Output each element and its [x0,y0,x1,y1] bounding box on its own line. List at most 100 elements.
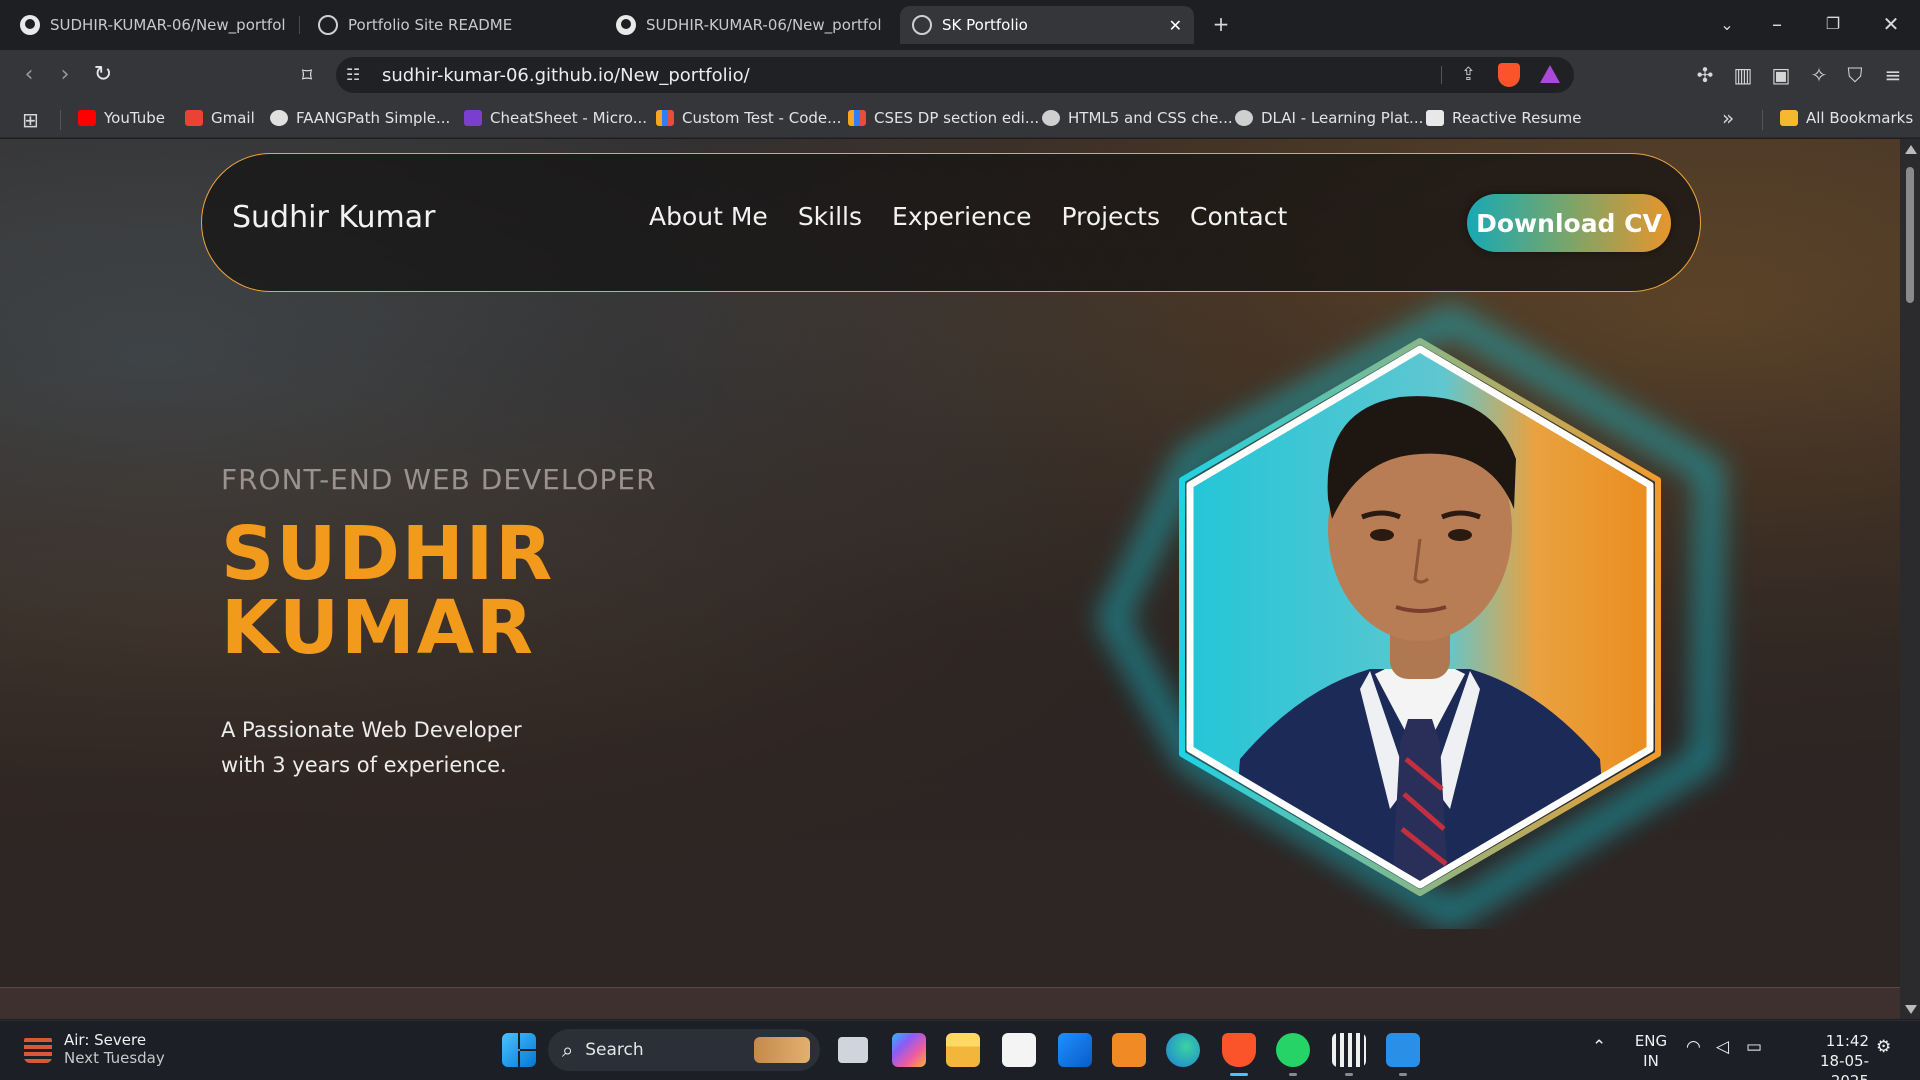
page-scrollbar[interactable] [1900,139,1920,1019]
bookmark-html5-css[interactable]: HTML5 and CSS che... [1042,109,1233,127]
wifi-icon[interactable]: ◠ [1686,1037,1701,1057]
profile-hexagon [1070,289,1750,931]
taskbar-search[interactable]: ⌕ Search [548,1029,820,1071]
edge-icon[interactable] [1166,1033,1200,1067]
new-tab-button[interactable]: + [1208,12,1234,36]
system-clock[interactable]: 11:42 18-05-2025 [1785,1031,1869,1080]
tab-portfolio-readme[interactable]: Portfolio Site README [306,6,596,44]
close-tab-icon[interactable]: ✕ [1169,16,1182,35]
tab-search-chevron-icon[interactable]: ⌄ [1714,15,1740,34]
weather-title: Air: Severe [64,1031,147,1049]
task-view-icon[interactable] [838,1037,868,1063]
search-icon: ⌕ [562,1038,574,1062]
weather-subtitle: Next Tuesday [64,1049,165,1067]
running-app-indicator [1345,1073,1353,1076]
more-bookmarks-icon[interactable]: » [1722,106,1734,130]
notifications-icon[interactable]: ⚙ [1876,1037,1891,1057]
nav-link-contact[interactable]: Contact [1190,202,1287,231]
nav-link-skills[interactable]: Skills [798,202,862,231]
bookmark-dlai[interactable]: DLAI - Learning Plat... [1235,109,1423,127]
lang-top: ENG [1634,1032,1668,1050]
scroll-thumb[interactable] [1906,167,1914,303]
menu-icon[interactable]: ≡ [1880,63,1906,87]
bookmark-gmail[interactable]: Gmail [185,109,255,127]
copilot-icon[interactable] [892,1033,926,1067]
vpn-icon[interactable]: ⛉ [1842,63,1868,87]
extensions-icon[interactable]: ✣ [1692,63,1718,87]
search-label: Search [585,1040,644,1060]
active-app-indicator [1230,1073,1248,1076]
nav-link-projects[interactable]: Projects [1061,202,1160,231]
nav-link-about-me[interactable]: About Me [649,202,768,231]
page-viewport: Sudhir Kumar About Me Skills Experience … [0,139,1900,1019]
leo-ai-icon[interactable]: ✧ [1806,63,1832,87]
air-quality-icon [24,1035,52,1063]
windows-taskbar: Air: Severe Next Tuesday ⌕ Search ⌃ ENG … [0,1020,1920,1080]
scroll-down-icon[interactable] [1905,1005,1917,1014]
tab-title: Portfolio Site README [348,16,513,34]
audio-app-icon[interactable] [1332,1033,1366,1067]
volume-icon[interactable]: ◁ [1716,1037,1729,1057]
bookmark-youtube[interactable]: YouTube [78,109,165,127]
url-text[interactable]: sudhir-kumar-06.github.io/New_portfolio/ [382,65,750,86]
restore-button[interactable]: ❐ [1820,14,1846,33]
tab-title: SUDHIR-KUMAR-06/New_portfolio: [50,16,286,34]
share-icon[interactable]: ⇪ [1461,64,1476,85]
site-brand[interactable]: Sudhir Kumar [232,200,435,235]
outlook-icon[interactable] [1058,1033,1092,1067]
site-info-icon[interactable]: ☷ [346,65,360,84]
whatsapp-icon[interactable] [1276,1033,1310,1067]
all-bookmarks-folder[interactable]: All Bookmarks [1780,109,1913,127]
sublime-text-icon[interactable] [1112,1033,1146,1067]
tab-github-portfolio-2[interactable]: SUDHIR-KUMAR-06/New_portfolio: [604,6,894,44]
bookmark-label: CheatSheet - Micro... [490,109,648,127]
file-explorer-icon[interactable] [946,1033,980,1067]
brave-rewards-icon[interactable] [1540,65,1560,83]
sidebar-icon[interactable]: ▥ [1730,63,1756,87]
windows-start-icon[interactable] [502,1033,536,1067]
bookmark-cheatsheet[interactable]: CheatSheet - Micro... [464,109,647,127]
tab-title: SK Portfolio [942,16,1028,34]
wallet-icon[interactable]: ▣ [1768,63,1794,87]
close-window-button[interactable]: ✕ [1878,12,1904,36]
bookmark-label: DLAI - Learning Plat... [1261,109,1424,127]
reload-button[interactable]: ↻ [90,62,116,87]
bookmark-icon[interactable]: ⌑ [294,63,320,87]
github-icon [616,15,636,35]
browser-toolbar: ‹ › ↻ ⌑ ☷ sudhir-kumar-06.github.io/New_… [0,50,1920,100]
apps-grid-icon[interactable]: ⊞ [22,108,39,132]
show-hidden-icons[interactable]: ⌃ [1592,1037,1606,1057]
input-language[interactable]: ENG IN [1634,1031,1668,1071]
hero-role: FRONT-END WEB DEVELOPER [221,463,657,496]
forward-button[interactable]: › [52,62,78,87]
bookmark-label: Gmail [211,109,255,127]
bookmark-label: FAANGPath Simple... [296,109,451,127]
minimize-button[interactable]: – [1764,12,1790,36]
vscode-icon[interactable] [1386,1033,1420,1067]
bookmark-reactive-resume[interactable]: Reactive Resume [1426,109,1581,127]
battery-icon[interactable]: ▭ [1746,1037,1762,1057]
gmail-icon [185,110,203,126]
weather-widget[interactable]: Air: Severe Next Tuesday [24,1031,165,1067]
back-button[interactable]: ‹ [16,62,42,87]
globe-icon [1042,110,1060,126]
download-cv-button[interactable]: Download CV [1467,194,1671,252]
codeforces-icon [656,110,674,126]
site-nav-links: About Me Skills Experience Projects Cont… [649,202,1287,231]
tab-sk-portfolio[interactable]: SK Portfolio ✕ [900,6,1194,44]
bookmark-custom-test[interactable]: Custom Test - Code... [656,109,841,127]
bookmark-label: YouTube [104,109,165,127]
bookmark-faangpath[interactable]: FAANGPath Simple... [270,109,450,127]
running-app-indicator [1289,1073,1297,1076]
nav-link-experience[interactable]: Experience [892,202,1031,231]
tagline-line2: with 3 years of experience. [221,753,507,777]
microsoft-store-icon[interactable] [1002,1033,1036,1067]
divider [1441,66,1442,84]
brave-browser-icon[interactable] [1222,1033,1256,1067]
scroll-up-icon[interactable] [1905,145,1917,154]
bookmark-label: CSES DP section edi... [874,109,1040,127]
bookmark-cses[interactable]: CSES DP section edi... [848,109,1039,127]
brave-shields-icon[interactable] [1498,63,1520,87]
tab-github-portfolio-1[interactable]: SUDHIR-KUMAR-06/New_portfolio: [8,6,298,44]
address-bar[interactable]: ☷ sudhir-kumar-06.github.io/New_portfoli… [336,57,1574,93]
